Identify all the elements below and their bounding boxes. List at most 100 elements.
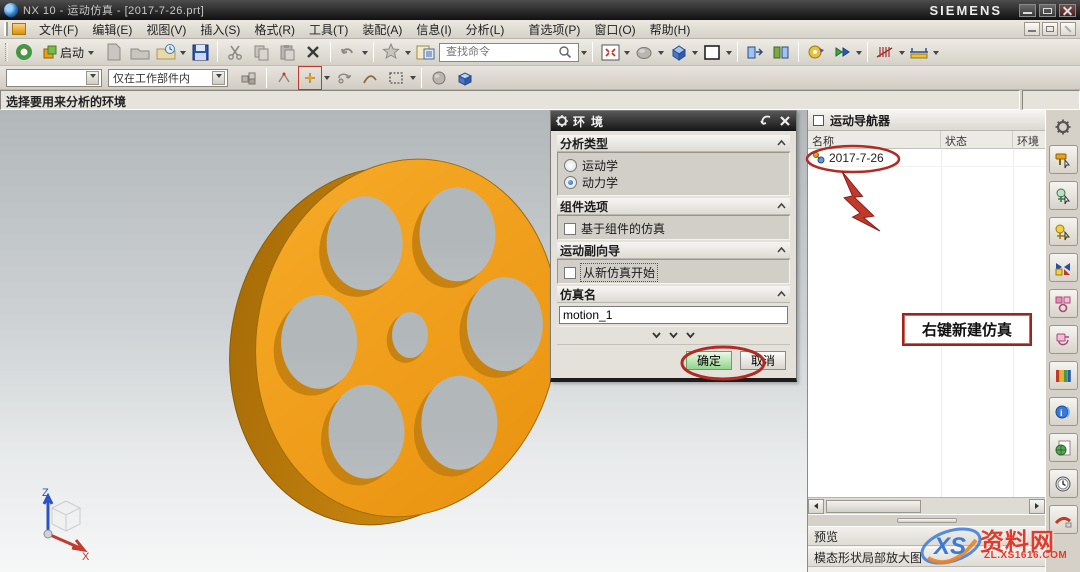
undo-icon[interactable] — [336, 40, 360, 64]
section-simulation-name[interactable]: 仿真名 — [557, 286, 790, 303]
copy-icon[interactable] — [249, 40, 273, 64]
roles-tab-icon[interactable] — [1049, 361, 1078, 390]
arc-icon[interactable] — [358, 66, 382, 90]
checkbox-component-simulation-icon[interactable] — [564, 223, 576, 235]
info-globe-tab-icon[interactable]: i — [1049, 397, 1078, 426]
motion-navigator-tab-icon[interactable] — [1049, 181, 1078, 210]
navigator-hscrollbar[interactable] — [808, 497, 1045, 514]
command-finder-input[interactable] — [446, 46, 558, 58]
view-cube-icon[interactable] — [666, 40, 690, 64]
ok-button[interactable]: 确定 — [686, 351, 732, 370]
recent-commands-caret-icon[interactable] — [405, 51, 411, 58]
ruler-icon[interactable] — [907, 40, 931, 64]
scroll-left-arrow[interactable] — [808, 499, 824, 514]
column-status[interactable]: 状态 — [941, 131, 1013, 148]
menu-file[interactable]: 文件(F) — [32, 19, 85, 40]
dialog-title-bar[interactable]: 环境 — [551, 111, 796, 131]
play-caret-icon[interactable] — [856, 51, 862, 58]
chevron-up-icon[interactable] — [776, 139, 787, 147]
snap-point-caret-icon[interactable] — [324, 76, 330, 83]
column-environment[interactable]: 环境 — [1013, 131, 1045, 148]
background-caret-icon[interactable] — [726, 51, 732, 58]
render-style-caret-icon[interactable] — [658, 51, 664, 58]
rect-select-icon[interactable] — [384, 66, 408, 90]
play-icon[interactable] — [830, 40, 854, 64]
fullscreen-caret-icon[interactable] — [624, 51, 630, 58]
paste-icon[interactable] — [275, 40, 299, 64]
snap-angle-icon[interactable] — [272, 66, 296, 90]
radio-kinematics-icon[interactable] — [564, 159, 577, 172]
open-recent-icon[interactable] — [154, 40, 178, 64]
child-minimize-button[interactable] — [1024, 22, 1040, 36]
selection-filter-combo[interactable] — [6, 69, 102, 87]
undo-caret-icon[interactable] — [362, 51, 368, 58]
save-icon[interactable] — [188, 40, 212, 64]
background-icon[interactable] — [700, 40, 724, 64]
window-list-icon[interactable] — [413, 40, 437, 64]
section-analysis-type[interactable]: 分析类型 — [557, 135, 790, 152]
more-options-chevrons[interactable] — [557, 326, 790, 341]
child-close-button[interactable] — [1060, 22, 1076, 36]
search-icon[interactable] — [558, 45, 572, 59]
chevron-up-icon[interactable] — [776, 246, 787, 254]
menu-analysis[interactable]: 分析(L) — [459, 19, 512, 40]
cube-icon[interactable] — [453, 66, 477, 90]
recent-commands-icon[interactable] — [379, 40, 403, 64]
open-icon[interactable] — [128, 40, 152, 64]
scroll-thumb[interactable] — [826, 500, 921, 513]
rotate-icon[interactable] — [332, 66, 356, 90]
radio-dynamics-icon[interactable] — [564, 176, 577, 189]
delete-icon[interactable] — [301, 40, 325, 64]
menu-assemblies[interactable]: 装配(A) — [355, 19, 409, 40]
tree-row-simulation[interactable]: 2017-7-26 — [808, 149, 1045, 167]
child-restore-button[interactable] — [1042, 22, 1058, 36]
navigator-title-bar[interactable]: 运动导航器 — [808, 110, 1045, 131]
simulation-tools-tab-icon[interactable] — [1049, 145, 1078, 174]
restore-button[interactable] — [1039, 4, 1056, 17]
history-tab-icon[interactable] — [1049, 469, 1078, 498]
column-name[interactable]: 名称 — [808, 131, 941, 148]
menu-window[interactable]: 窗口(O) — [587, 19, 642, 40]
toolbar-grip[interactable] — [5, 43, 8, 61]
snap-point-icon[interactable] — [298, 66, 322, 90]
checkbox-component-simulation[interactable]: 基于组件的仿真 — [564, 220, 783, 237]
pane-split-icon[interactable] — [769, 40, 793, 64]
command-finder-caret-icon[interactable] — [581, 51, 587, 58]
rect-select-caret-icon[interactable] — [410, 76, 416, 83]
nx-swirl-icon[interactable] — [12, 40, 36, 64]
menu-insert[interactable]: 插入(S) — [193, 19, 247, 40]
ruler-caret-icon[interactable] — [933, 51, 939, 58]
selection-scope-combo[interactable]: 仅在工作部件内 — [108, 69, 228, 87]
menubar-grip[interactable] — [4, 22, 8, 36]
sphere-icon[interactable] — [427, 66, 451, 90]
open-recent-caret-icon[interactable] — [180, 51, 186, 58]
menu-format[interactable]: 格式(R) — [247, 19, 302, 40]
pane-icon[interactable] — [743, 40, 767, 64]
assembly-icon[interactable] — [237, 66, 261, 90]
new-icon[interactable] — [102, 40, 126, 64]
connector-tab-icon[interactable] — [1049, 325, 1078, 354]
menu-preferences[interactable]: 首选项(P) — [521, 19, 587, 40]
view-cube-caret-icon[interactable] — [692, 51, 698, 58]
reset-icon[interactable] — [759, 114, 774, 128]
checkbox-new-simulation-icon[interactable] — [564, 267, 576, 279]
radio-dynamics[interactable]: 动力学 — [564, 174, 783, 191]
close-button[interactable] — [1059, 4, 1076, 17]
cut-icon[interactable] — [223, 40, 247, 64]
selection-filter-caret-icon[interactable] — [86, 71, 99, 85]
section-joint-wizard[interactable]: 运动副向导 — [557, 242, 790, 259]
measure-lines-caret-icon[interactable] — [899, 51, 905, 58]
menu-edit[interactable]: 编辑(E) — [85, 19, 139, 40]
selection-scope-caret-icon[interactable] — [212, 71, 225, 85]
measure-lines-icon[interactable] — [873, 40, 897, 64]
node-group-tab-icon[interactable] — [1049, 289, 1078, 318]
gear-icon[interactable] — [1054, 118, 1072, 136]
scroll-right-arrow[interactable] — [1029, 499, 1045, 514]
animation-icon[interactable] — [804, 40, 828, 64]
close-icon[interactable] — [778, 114, 792, 128]
chevron-up-icon[interactable] — [776, 202, 787, 210]
start-menu-button[interactable]: 启动 — [38, 40, 100, 64]
xy-function-tab-icon[interactable] — [1049, 217, 1078, 246]
cancel-button[interactable]: 取消 — [740, 351, 786, 370]
menu-tools[interactable]: 工具(T) — [302, 19, 355, 40]
